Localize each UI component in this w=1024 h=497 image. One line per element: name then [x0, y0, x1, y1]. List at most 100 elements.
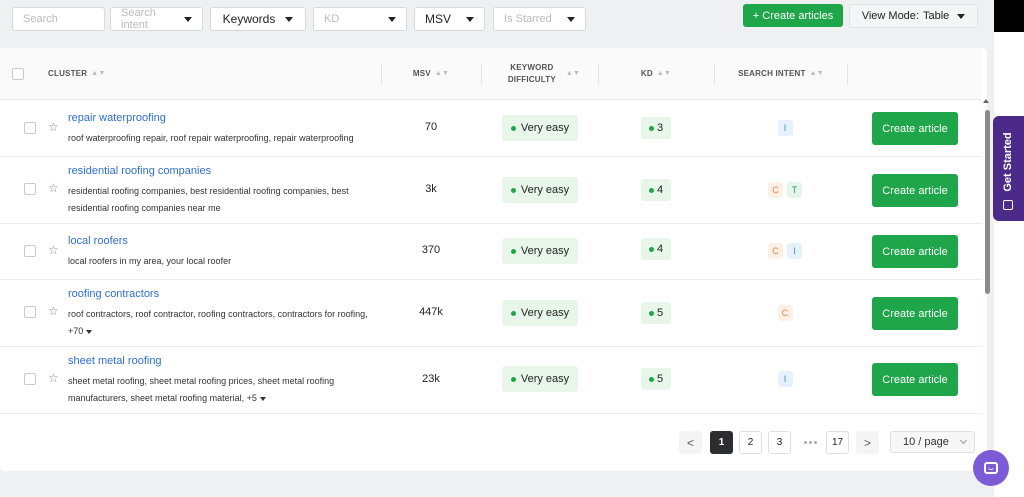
- star-icon[interactable]: ☆: [48, 371, 59, 385]
- kd-value: 3: [656, 122, 664, 134]
- caret-down-icon[interactable]: [86, 329, 93, 334]
- intent-badges: I: [740, 371, 830, 387]
- status-dot: [510, 187, 516, 193]
- create-article-button[interactable]: Create article: [872, 297, 958, 330]
- column-divider: [481, 64, 482, 84]
- chat-launcher-button[interactable]: [973, 450, 1009, 486]
- msv-select[interactable]: MSV: [414, 7, 485, 31]
- caret-down-icon: [285, 16, 294, 22]
- search-intent-select[interactable]: Search intent: [110, 7, 203, 31]
- more-keywords-toggle[interactable]: +5: [247, 393, 257, 403]
- column-cluster[interactable]: Cluster ▲▼: [48, 48, 105, 100]
- table-header: Cluster ▲▼ MSV ▲▼ Keyword Difficulty ▲▼ KD ▲…: [0, 48, 982, 100]
- column-kd-label: KD: [640, 69, 653, 78]
- column-divider: [598, 64, 599, 84]
- keywords-label: Keywords: [222, 12, 276, 26]
- status-dot: [648, 246, 654, 252]
- page-3-button[interactable]: 3: [768, 431, 791, 454]
- cluster-title-link[interactable]: residential roofing companies: [68, 165, 211, 177]
- search-input[interactable]: Search: [12, 7, 105, 31]
- column-keyword-difficulty-label: Keyword Difficulty: [507, 63, 556, 84]
- status-dot: [648, 125, 654, 131]
- sort-icon: ▲▼: [656, 70, 672, 77]
- intent-badge: C: [777, 305, 793, 321]
- ellipsis-icon[interactable]: [800, 431, 820, 454]
- filter-bar: Search Search intent Keywords KD MSV Is …: [0, 0, 994, 48]
- get-started-label: Get Started: [1002, 132, 1014, 192]
- page-2-button[interactable]: 2: [739, 431, 762, 454]
- msv-value: 70: [424, 121, 438, 133]
- scroll-up-icon[interactable]: [983, 99, 989, 103]
- difficulty-label: Very easy: [520, 184, 570, 196]
- cluster-table: Cluster ▲▼ MSV ▲▼ Keyword Difficulty ▲▼ KD ▲…: [0, 48, 990, 471]
- page-17-button[interactable]: 17: [826, 431, 849, 454]
- difficulty-badge: Very easy: [502, 115, 578, 141]
- column-msv[interactable]: MSV ▲▼: [391, 48, 471, 100]
- more-keywords-toggle[interactable]: +70: [68, 326, 83, 336]
- vertical-scrollbar[interactable]: [985, 110, 990, 294]
- intent-badge: I: [787, 243, 802, 259]
- kd-placeholder: KD: [324, 13, 340, 25]
- intent-badge: I: [777, 371, 793, 387]
- cluster-title-link[interactable]: roofing contractors: [68, 288, 159, 300]
- table-row: ☆ residential roofing companies resident…: [0, 157, 982, 224]
- status-dot: [510, 310, 516, 316]
- kd-value: 4: [656, 243, 664, 255]
- row-checkbox[interactable]: [24, 245, 36, 257]
- create-article-button[interactable]: Create article: [872, 112, 958, 145]
- create-article-button[interactable]: Create article: [872, 363, 958, 396]
- column-search-intent-label: Search Intent: [738, 69, 806, 78]
- intent-badge: T: [787, 182, 802, 198]
- create-article-button[interactable]: Create article: [872, 174, 958, 207]
- get-started-tab[interactable]: Get Started: [993, 116, 1024, 221]
- cluster-title-link[interactable]: sheet metal roofing: [68, 355, 162, 367]
- row-checkbox[interactable]: [24, 373, 36, 385]
- table-row: ☆ sheet metal roofing sheet metal roofin…: [0, 347, 982, 413]
- next-page-button[interactable]: >: [856, 431, 879, 454]
- cluster-keywords-text: residential roofing companies, best resi…: [68, 186, 349, 213]
- column-cluster-label: Cluster: [48, 69, 88, 78]
- page-size-select[interactable]: 10 / page: [890, 431, 975, 453]
- table-row: ☆ local roofers local roofers in my area…: [0, 224, 982, 280]
- column-divider: [847, 64, 848, 84]
- msv-value: 3k: [425, 183, 437, 195]
- caret-down-icon[interactable]: [259, 396, 266, 401]
- table-row: ☆ repair waterproofing roof waterproofin…: [0, 100, 982, 157]
- cluster-keywords: local roofers in my area, your local roo…: [68, 253, 378, 270]
- star-icon[interactable]: ☆: [48, 243, 59, 257]
- cluster-keywords-text: local roofers in my area, your local roo…: [68, 256, 232, 266]
- difficulty-label: Very easy: [520, 245, 570, 257]
- row-checkbox[interactable]: [24, 122, 36, 134]
- difficulty-badge: Very easy: [502, 300, 578, 326]
- status-dot: [510, 248, 516, 254]
- status-dot: [510, 376, 516, 382]
- page-1-button[interactable]: 1: [710, 431, 733, 454]
- caret-down-icon: [388, 16, 396, 22]
- column-kd[interactable]: KD ▲▼: [618, 48, 694, 100]
- is-starred-select[interactable]: Is Starred: [493, 7, 586, 31]
- top-right-bar: [994, 0, 1024, 32]
- keywords-select[interactable]: Keywords: [210, 7, 306, 31]
- caret-down-icon: [466, 16, 474, 22]
- column-search-intent[interactable]: Search Intent ▲▼: [725, 48, 837, 100]
- create-article-button[interactable]: Create article: [872, 235, 958, 268]
- column-keyword-difficulty[interactable]: Keyword Difficulty ▲▼: [496, 48, 586, 100]
- kd-badge: 4: [641, 179, 671, 201]
- column-divider: [381, 64, 382, 84]
- sort-icon: ▲▼: [91, 70, 106, 77]
- create-articles-button[interactable]: + Create articles: [743, 4, 843, 27]
- kd-select[interactable]: KD: [313, 7, 407, 31]
- star-icon[interactable]: ☆: [48, 120, 59, 134]
- cluster-title-link[interactable]: repair waterproofing: [68, 112, 166, 124]
- msv-value: 370: [421, 244, 441, 256]
- star-icon[interactable]: ☆: [48, 181, 59, 195]
- select-all-checkbox[interactable]: [12, 68, 24, 80]
- cluster-title-link[interactable]: local roofers: [68, 235, 128, 247]
- status-dot: [648, 376, 654, 382]
- kd-badge: 5: [641, 368, 671, 390]
- row-checkbox[interactable]: [24, 306, 36, 318]
- view-mode-select[interactable]: View Mode: Table: [849, 4, 978, 28]
- row-checkbox[interactable]: [24, 183, 36, 195]
- prev-page-button[interactable]: <: [679, 431, 702, 454]
- star-icon[interactable]: ☆: [48, 304, 59, 318]
